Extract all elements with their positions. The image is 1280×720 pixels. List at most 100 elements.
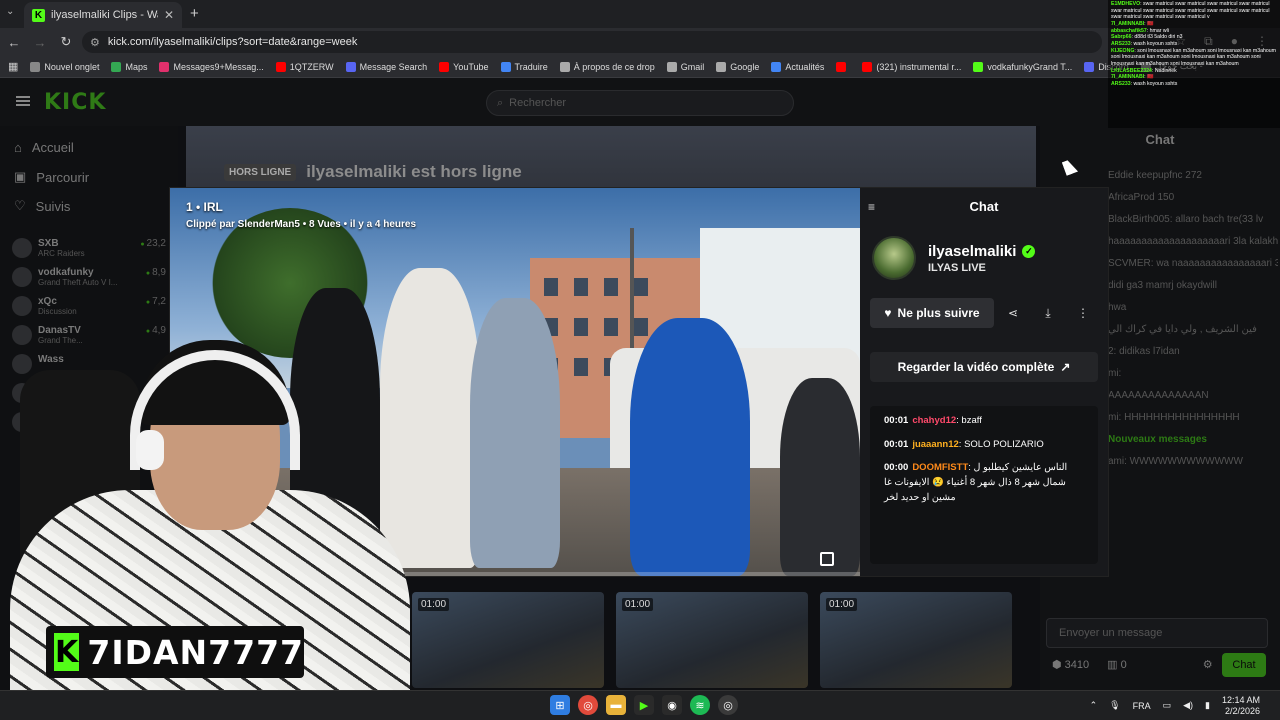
sidebar-item-home[interactable]: ⌂ Accueil bbox=[14, 140, 74, 155]
message-user[interactable]: juaaann12 bbox=[912, 439, 958, 450]
fullscreen-icon[interactable] bbox=[820, 552, 834, 566]
microphone-icon[interactable]: 🎙 bbox=[1109, 700, 1120, 711]
bookmark-item[interactable]: Actualités bbox=[771, 61, 824, 72]
bookmark-item[interactable]: YouTube bbox=[439, 61, 489, 72]
streamer-info[interactable]: ilyaselmaliki ✓ ILYAS LIVE bbox=[872, 236, 1036, 280]
stream-chat-text: 🇲🇦 bbox=[1147, 20, 1154, 27]
bookmark-favicon-icon bbox=[345, 61, 356, 72]
network-icon[interactable]: ▭ bbox=[1163, 700, 1172, 711]
language-indicator[interactable]: FRA bbox=[1133, 701, 1151, 711]
more-options-icon[interactable]: ⋮ bbox=[1068, 298, 1098, 328]
browser-tab-active[interactable]: K ilyaselmaliki Clips - Watch Live ✕ bbox=[24, 2, 182, 28]
channel-name: xQc bbox=[38, 296, 57, 307]
clip-thumbnail[interactable]: 01:00 bbox=[820, 592, 1012, 688]
stream-chat-message: abbaschafik57: hmar wli bbox=[1111, 28, 1277, 35]
clock-time: 12:14 AM bbox=[1221, 695, 1260, 705]
bookmark-item[interactable]: Google bbox=[716, 61, 759, 72]
system-clock[interactable]: 12:14 AM 2/2/2026 bbox=[1222, 695, 1260, 717]
bookmark-favicon-icon bbox=[275, 61, 286, 72]
channel-viewer-count: 23,2 bbox=[140, 238, 166, 249]
start-windows-icon[interactable]: ⊞ bbox=[550, 695, 570, 715]
address-bar[interactable]: ⚙ kick.com/ilyaselmaliki/clips?sort=date… bbox=[82, 31, 1102, 53]
media-player-icon[interactable]: ▶ bbox=[634, 695, 654, 715]
download-icon[interactable]: ⤓ bbox=[1033, 298, 1063, 328]
clip-meta: Clippé par SlenderMan5 • 8 Vues • il y a… bbox=[186, 219, 417, 230]
tray-overflow-icon[interactable]: ⌃ bbox=[1090, 700, 1098, 711]
clip-thumbnail[interactable]: 01:00 bbox=[412, 592, 604, 688]
watch-full-video-button[interactable]: Regarder la vidéo complète ↗ bbox=[870, 352, 1098, 382]
sidebar-channel[interactable]: xQcDiscussion 7,2 bbox=[12, 296, 172, 316]
message-text: SOLO POLIZARIO bbox=[964, 438, 1044, 450]
channel-category: Grand Theft Auto V I... bbox=[38, 278, 118, 287]
background-chat-line: haaaaaaaaaaaaaaaaaaaari 3la kalakh bbox=[1108, 236, 1278, 247]
spotify-icon[interactable]: ≋ bbox=[690, 695, 710, 715]
clip-panel-title: Chat bbox=[969, 199, 999, 214]
obs-icon[interactable]: ◉ bbox=[662, 695, 682, 715]
stream-chat-user: 7I_AMINNABI bbox=[1111, 20, 1145, 27]
bookmark-item[interactable]: Messages9+Messag... bbox=[159, 61, 264, 72]
sidebar-channel[interactable]: SXBARC Raiders 23,2 bbox=[12, 238, 172, 258]
share-icon[interactable]: ⋖ bbox=[998, 298, 1028, 328]
battery-icon[interactable]: ▮ bbox=[1205, 700, 1210, 711]
points-indicator[interactable]: ⬢ 3410 bbox=[1052, 658, 1089, 671]
chat-replay-message: 00:00 DOOMFISTT: الناس عايشين كيطلبو ل شم… bbox=[884, 461, 1084, 505]
bookmark-item[interactable]: vodkafunkyGrand T... bbox=[973, 61, 1072, 72]
channel-category: Discussion bbox=[38, 307, 77, 316]
background-chat-title: Chat bbox=[1145, 132, 1175, 147]
bookmark-item[interactable] bbox=[836, 61, 850, 72]
headset-cup bbox=[136, 430, 164, 470]
tab-close-icon[interactable]: ✕ bbox=[164, 8, 174, 22]
volume-icon[interactable]: ◀) bbox=[1183, 700, 1193, 711]
bookmark-item[interactable]: À propos de ce drop bbox=[559, 61, 655, 72]
sidebar-channel[interactable]: vodkafunkyGrand Theft Auto V I... 8,9 bbox=[12, 267, 172, 287]
bookmark-item[interactable]: Message Search bbox=[345, 61, 427, 72]
bookmark-label: À propos de ce drop bbox=[573, 61, 655, 72]
streamer-name[interactable]: ilyaselmaliki bbox=[928, 243, 1016, 260]
bookmark-item[interactable]: Traduire bbox=[500, 61, 548, 72]
bookmark-item[interactable]: Maps bbox=[111, 61, 147, 72]
bookmark-item[interactable]: Gmail bbox=[666, 61, 705, 72]
search-input[interactable]: ⌕ Rechercher bbox=[486, 90, 794, 116]
message-user[interactable]: DOOMFISTT bbox=[912, 462, 968, 473]
chat-send-button[interactable]: Chat bbox=[1222, 653, 1266, 677]
new-tab-plus-icon[interactable]: + bbox=[190, 5, 199, 22]
message-user[interactable]: chahyd12 bbox=[912, 415, 956, 426]
file-explorer-icon[interactable]: ▬ bbox=[606, 695, 626, 715]
clock-date: 2/2/2026 bbox=[1224, 705, 1260, 716]
kick-logo[interactable]: KICK bbox=[44, 90, 106, 115]
chat-footer: ⬢ 3410 ▥ 0 ⚙ bbox=[1052, 658, 1213, 671]
unfollow-label: Ne plus suivre bbox=[897, 306, 980, 320]
browse-icon: ▣ bbox=[14, 169, 27, 184]
chat-message-input[interactable]: Envoyer un message bbox=[1046, 618, 1268, 648]
chrome-icon[interactable]: ◎ bbox=[578, 695, 598, 715]
bookmark-favicon-icon bbox=[1084, 61, 1095, 72]
avatar[interactable] bbox=[872, 236, 916, 280]
message-text: bzaff bbox=[961, 415, 982, 426]
forward-arrow-icon[interactable]: → bbox=[28, 35, 52, 50]
sidebar-item-following[interactable]: ♡ Suivis bbox=[14, 198, 70, 214]
apps-grid-icon[interactable]: ▦ bbox=[8, 60, 18, 73]
bookmark-item[interactable]: (321) instrumental r... bbox=[862, 61, 961, 72]
bookmark-label: Gmail bbox=[680, 61, 705, 72]
chat-settings-icon[interactable]: ⚙ bbox=[1203, 658, 1213, 671]
channel-category: ARC Raiders bbox=[38, 249, 85, 258]
tab-search-icon[interactable]: ⌄ bbox=[6, 6, 14, 17]
home-icon: ⌂ bbox=[14, 140, 22, 155]
bookmark-favicon-icon bbox=[836, 61, 847, 72]
video-person bbox=[470, 298, 560, 568]
hamburger-menu-icon[interactable] bbox=[16, 96, 30, 106]
reload-icon[interactable]: ↻ bbox=[54, 34, 78, 50]
gift-indicator[interactable]: ▥ 0 bbox=[1107, 658, 1127, 671]
site-info-icon[interactable]: ⚙ bbox=[90, 36, 100, 49]
clip-thumbnail[interactable]: 01:00 bbox=[616, 592, 808, 688]
back-arrow-icon[interactable]: ← bbox=[2, 35, 26, 50]
bookmark-favicon-icon bbox=[771, 61, 782, 72]
bookmark-item[interactable]: 1QTZERW bbox=[275, 61, 334, 72]
windows-taskbar: ⊞ ◎ ▬ ▶ ◉ ≋ ◎ ⌃ 🎙 FRA ▭ ◀) ▮ 12:14 AM 2/… bbox=[0, 690, 1280, 720]
stream-chat-message: Sabrp66: d88d tl3 5aldo diri n3 bbox=[1111, 34, 1277, 41]
bookmark-item[interactable]: Nouvel onglet bbox=[30, 61, 99, 72]
chrome-profile-icon[interactable]: ◎ bbox=[718, 695, 738, 715]
unfollow-button[interactable]: ♥ Ne plus suivre bbox=[870, 298, 994, 328]
sidebar-item-browse[interactable]: ▣ Parcourir bbox=[14, 169, 89, 185]
bookmark-label: 1QTZERW bbox=[289, 61, 334, 72]
